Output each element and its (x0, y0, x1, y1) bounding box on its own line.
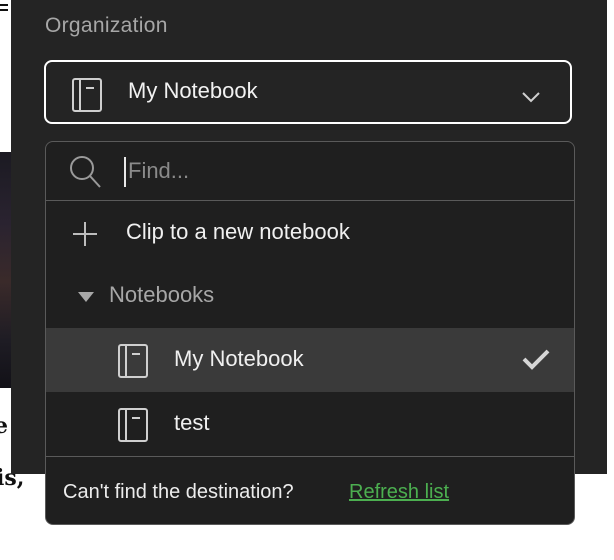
notebook-item-test[interactable]: test (46, 392, 574, 456)
search-icon (68, 154, 102, 194)
organization-label: Organization (45, 14, 168, 37)
plus-icon (72, 221, 98, 251)
selected-notebook-label: My Notebook (128, 78, 258, 103)
text-cursor (124, 157, 126, 187)
caret-down-icon (78, 292, 94, 302)
refresh-list-link[interactable]: Refresh list (349, 481, 449, 504)
notebook-icon (72, 78, 102, 116)
chevron-down-icon (522, 88, 540, 107)
notebook-select[interactable]: My Notebook (44, 60, 572, 124)
menu-icon[interactable] (0, 4, 8, 14)
clip-new-notebook-label: Clip to a new notebook (126, 219, 350, 244)
checkmark-icon (522, 348, 550, 374)
notebook-item-my-notebook[interactable]: My Notebook (46, 328, 574, 392)
search-bar (46, 142, 574, 201)
search-input[interactable] (128, 154, 528, 188)
background-text-fragment: e (0, 413, 8, 439)
footer-message: Can't find the destination? (63, 481, 294, 503)
notebook-dropdown: Clip to a new notebook Notebooks My Note… (45, 141, 575, 525)
notebook-item-label: test (174, 410, 210, 435)
notebooks-section-label: Notebooks (109, 282, 215, 307)
notebook-item-label: My Notebook (174, 346, 304, 371)
dropdown-footer: Can't find the destination? Refresh list (46, 456, 574, 524)
notebooks-section-toggle[interactable]: Notebooks (46, 266, 574, 326)
clip-new-notebook-button[interactable]: Clip to a new notebook (46, 201, 574, 265)
notebook-icon (118, 408, 148, 446)
notebook-icon (118, 344, 148, 382)
